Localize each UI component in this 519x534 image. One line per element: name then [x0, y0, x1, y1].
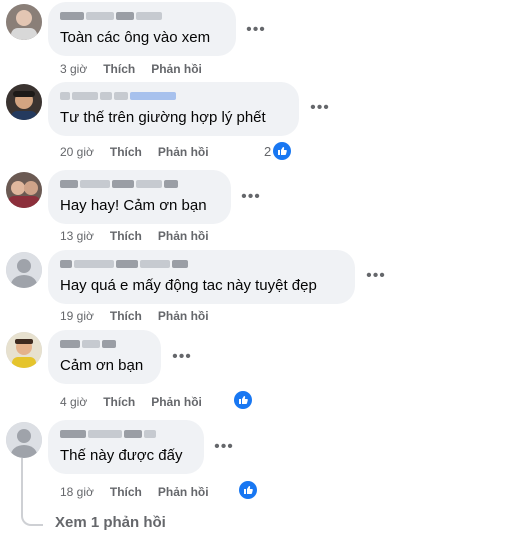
- author-name-blurred[interactable]: [60, 10, 224, 22]
- author-name-blurred[interactable]: [60, 258, 343, 270]
- comment-bubble: Thế này được đấy: [48, 420, 204, 474]
- author-name-blurred[interactable]: [60, 428, 192, 440]
- comment-time[interactable]: 13 giờ: [60, 229, 94, 243]
- like-reaction-icon: [273, 142, 292, 160]
- comment-bubble: Cảm ơn bạn: [48, 330, 161, 384]
- reply-button[interactable]: Phản hồi: [151, 395, 202, 409]
- comment-text: Hay hay! Cảm ơn bạn: [60, 197, 207, 214]
- comment-bubble: Hay quá e mấy động tac này tuyệt đẹp: [48, 250, 355, 304]
- reaction-summary[interactable]: [234, 391, 252, 409]
- comment-time[interactable]: 3 giờ: [60, 62, 87, 76]
- avatar[interactable]: [6, 84, 42, 120]
- comment-meta: 20 giờ Thích Phản hồi: [60, 145, 209, 159]
- more-options-button[interactable]: •••: [239, 185, 263, 209]
- reaction-count: 2: [264, 143, 272, 159]
- author-name-blurred[interactable]: [60, 338, 149, 350]
- reply-button[interactable]: Phản hồi: [158, 145, 209, 159]
- view-replies-link[interactable]: Xem 1 phản hồi: [55, 514, 166, 531]
- comment-text: Cảm ơn bạn: [60, 357, 144, 374]
- more-options-button[interactable]: •••: [212, 435, 236, 459]
- reply-button[interactable]: Phản hồi: [151, 62, 202, 76]
- comment-text: Thế này được đấy: [60, 447, 183, 464]
- more-options-button[interactable]: •••: [170, 345, 194, 369]
- like-button[interactable]: Thích: [110, 485, 142, 499]
- comment-meta: 4 giờ Thích Phản hồi: [60, 395, 202, 409]
- like-reaction-icon: [234, 391, 252, 409]
- like-button[interactable]: Thích: [103, 62, 135, 76]
- comment-meta: 13 giờ Thích Phản hồi: [60, 229, 209, 243]
- comment-text: Toàn các ông vào xem: [60, 29, 211, 46]
- reaction-summary[interactable]: 2: [264, 142, 292, 160]
- more-options-button[interactable]: •••: [364, 264, 388, 288]
- reply-button[interactable]: Phản hồi: [158, 309, 209, 323]
- author-name-blurred[interactable]: [60, 178, 219, 190]
- avatar[interactable]: [6, 332, 42, 368]
- like-reaction-icon: [239, 481, 257, 499]
- comment-time[interactable]: 4 giờ: [60, 395, 87, 409]
- more-options-button[interactable]: •••: [244, 18, 268, 42]
- like-button[interactable]: Thích: [110, 229, 142, 243]
- comment-text: Tư thế trên giường hợp lý phết: [60, 109, 266, 126]
- comment-time[interactable]: 19 giờ: [60, 309, 94, 323]
- comment-meta: 3 giờ Thích Phản hồi: [60, 62, 202, 76]
- default-avatar-icon[interactable]: [6, 252, 42, 288]
- reply-button[interactable]: Phản hồi: [158, 485, 209, 499]
- default-avatar-icon[interactable]: [6, 422, 42, 458]
- comment-bubble: Tư thế trên giường hợp lý phết: [48, 82, 299, 136]
- more-options-button[interactable]: •••: [308, 96, 332, 120]
- avatar[interactable]: [6, 4, 42, 40]
- comment-time[interactable]: 20 giờ: [60, 145, 94, 159]
- reply-button[interactable]: Phản hồi: [158, 229, 209, 243]
- comment-bubble: Hay hay! Cảm ơn bạn: [48, 170, 231, 224]
- comment-bubble: Toàn các ông vào xem: [48, 2, 236, 56]
- comment-meta: 18 giờ Thích Phản hồi: [60, 485, 209, 499]
- like-button[interactable]: Thích: [110, 309, 142, 323]
- author-name-blurred[interactable]: [60, 90, 287, 102]
- like-button[interactable]: Thích: [110, 145, 142, 159]
- comment-text: Hay quá e mấy động tac này tuyệt đẹp: [60, 277, 317, 294]
- reaction-summary[interactable]: [239, 481, 257, 499]
- reply-thread-line: [21, 458, 43, 526]
- comment-time[interactable]: 18 giờ: [60, 485, 94, 499]
- like-button[interactable]: Thích: [103, 395, 135, 409]
- comment-meta: 19 giờ Thích Phản hồi: [60, 309, 209, 323]
- avatar[interactable]: [6, 172, 42, 208]
